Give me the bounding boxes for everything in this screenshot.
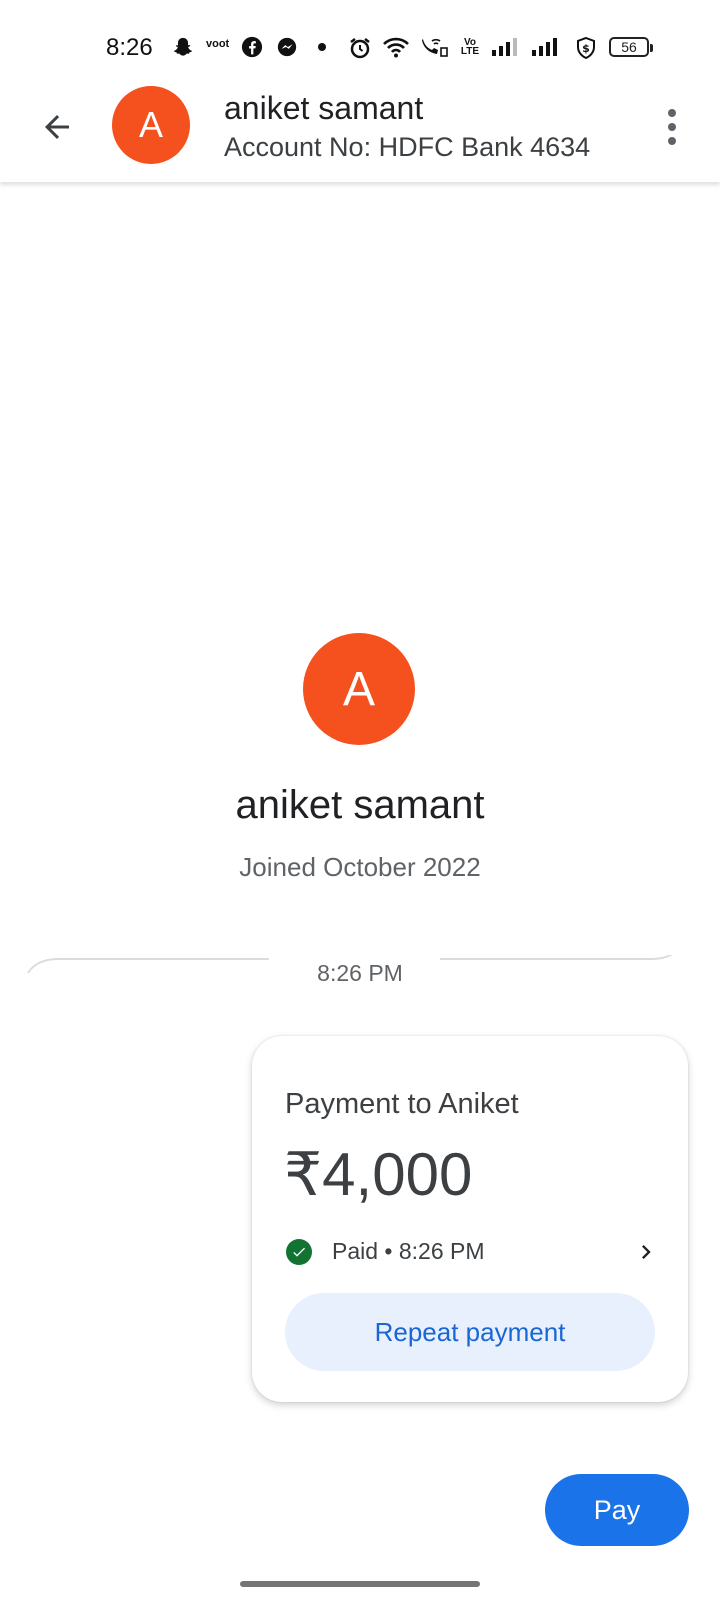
repeat-payment-button[interactable]: Repeat payment <box>285 1293 655 1371</box>
header-avatar[interactable]: A <box>112 86 190 164</box>
volte-icon: Vo LTE <box>458 37 482 57</box>
signal-1-icon <box>490 36 520 58</box>
profile-joined-date: Joined October 2022 <box>239 852 481 882</box>
voot-icon: voot <box>206 38 229 50</box>
profile-name: aniket samant <box>235 783 485 827</box>
messenger-icon <box>276 36 298 58</box>
status-time: 8:26 <box>106 34 153 61</box>
back-button[interactable] <box>32 102 82 152</box>
navigation-gesture-bar[interactable] <box>240 1581 480 1587</box>
volte-label: Vo LTE <box>460 37 480 57</box>
chat-header: A aniket samant Account No: HDFC Bank 46… <box>0 80 720 182</box>
profile-avatar-letter: A <box>342 662 375 716</box>
status-bar: 8:26 voot Vo LTE $ 56 <box>0 0 720 80</box>
payment-title: Payment to Aniket <box>285 1088 519 1120</box>
payment-status: Paid • 8:26 PM <box>332 1238 485 1264</box>
facebook-icon <box>241 36 263 58</box>
profile-avatar: A <box>303 633 415 745</box>
alarm-icon <box>348 36 372 60</box>
timeline-timestamp: 8:26 PM <box>317 960 403 986</box>
wifi-icon <box>382 36 410 58</box>
payment-amount: ₹4,000 <box>284 1141 473 1208</box>
wifi-calling-icon <box>418 36 448 58</box>
signal-2-icon <box>530 36 560 58</box>
more-options-button[interactable] <box>652 102 692 152</box>
header-avatar-letter: A <box>138 104 163 145</box>
notification-dot-icon <box>318 43 326 51</box>
check-circle-icon <box>286 1239 312 1265</box>
header-contact-name[interactable]: aniket samant <box>224 90 423 127</box>
voot-label: voot <box>206 38 230 50</box>
payment-card[interactable]: Payment to Aniket ₹4,000 Paid • 8:26 PM … <box>252 1036 688 1402</box>
more-vert-icon <box>668 109 676 117</box>
arrow-back-icon <box>45 115 69 139</box>
payment-shield-icon: $ <box>574 36 598 60</box>
snapchat-icon <box>172 36 194 58</box>
pay-button[interactable]: Pay <box>545 1474 689 1546</box>
svg-text:$: $ <box>582 42 590 55</box>
header-account-number: Account No: HDFC Bank 4634 <box>224 132 591 162</box>
chevron-right-icon[interactable] <box>632 1238 660 1266</box>
battery-level: 56 <box>621 39 637 55</box>
battery-icon: 56 <box>609 37 653 57</box>
